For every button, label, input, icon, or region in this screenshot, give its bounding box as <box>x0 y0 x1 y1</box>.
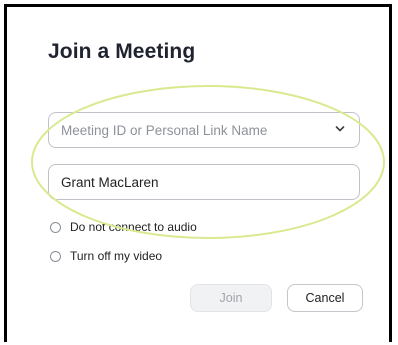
no-audio-option[interactable]: Do not connect to audio <box>50 220 197 234</box>
dialog-title: Join a Meeting <box>48 40 196 63</box>
display-name-value: Grant MacLaren <box>61 174 159 190</box>
video-off-option[interactable]: Turn off my video <box>50 249 162 263</box>
no-audio-checkbox[interactable] <box>50 221 61 233</box>
meeting-id-placeholder: Meeting ID or Personal Link Name <box>61 122 268 138</box>
video-off-label: Turn off my video <box>70 249 163 263</box>
cancel-button[interactable]: Cancel <box>287 284 363 312</box>
video-off-checkbox[interactable] <box>50 250 61 262</box>
meeting-id-select[interactable]: Meeting ID or Personal Link Name <box>48 112 360 148</box>
join-button[interactable]: Join <box>190 284 272 312</box>
chevron-down-icon[interactable] <box>335 125 345 133</box>
display-name-input[interactable]: Grant MacLaren <box>48 164 360 200</box>
no-audio-label: Do not connect to audio <box>70 220 197 234</box>
